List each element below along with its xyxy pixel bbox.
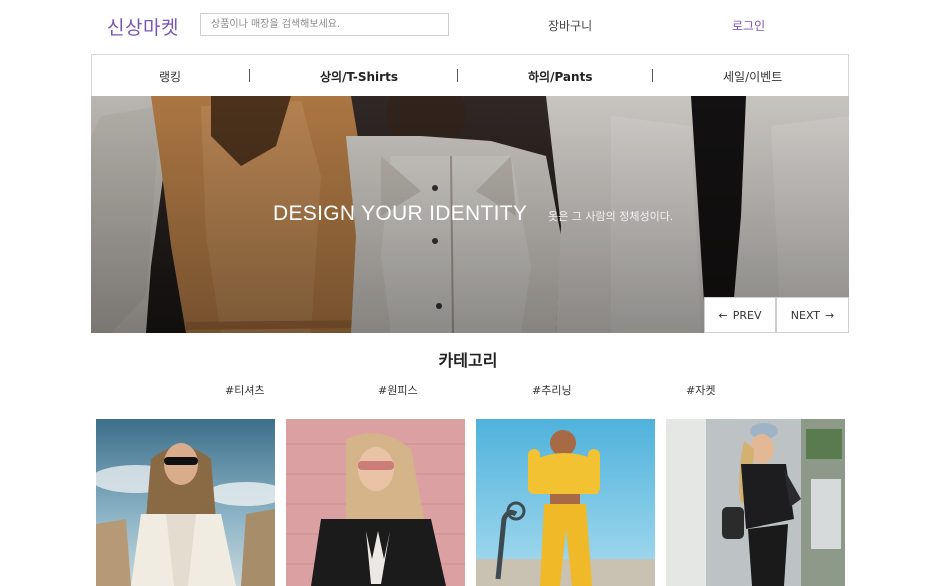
category-title: 카테고리 xyxy=(438,351,498,370)
hero-title: DESIGN YOUR IDENTITY xyxy=(273,202,528,225)
header: 신상마켓 장바구니 로그인 xyxy=(0,0,936,54)
nav-divider xyxy=(457,69,458,82)
search-input[interactable] xyxy=(200,13,449,36)
next-button-label: NEXT xyxy=(790,308,821,322)
prev-button-label: PREV xyxy=(732,308,762,322)
product-card[interactable] xyxy=(96,419,275,586)
product-image xyxy=(286,419,465,586)
product-card[interactable] xyxy=(476,419,655,586)
nav-item-pants[interactable]: 하의/Pants xyxy=(528,68,592,85)
product-image xyxy=(666,419,845,586)
nav-divider xyxy=(652,69,653,82)
product-card[interactable] xyxy=(666,419,845,586)
hero-banner: DESIGN YOUR IDENTITY 옷은 그 사람의 정체성이다. ← P… xyxy=(91,96,849,333)
category-tag-jacket[interactable]: #자켓 xyxy=(686,382,715,398)
category-tag-onepiece[interactable]: #원피스 xyxy=(378,382,418,398)
arrow-left-icon: ← xyxy=(718,308,728,322)
login-link[interactable]: 로그인 xyxy=(732,17,765,34)
next-button[interactable]: NEXT → xyxy=(776,297,849,333)
category-tag-tshirt[interactable]: #티셔츠 xyxy=(225,382,265,398)
nav-item-tops[interactable]: 상의/T-Shirts xyxy=(320,68,398,85)
main-nav: 랭킹 상의/T-Shirts 하의/Pants 세일/이벤트 xyxy=(91,54,849,97)
product-image xyxy=(476,419,655,586)
cart-link[interactable]: 장바구니 xyxy=(548,17,592,34)
nav-divider xyxy=(249,69,250,82)
prev-button[interactable]: ← PREV xyxy=(704,297,776,333)
logo[interactable]: 신상마켓 xyxy=(107,13,179,40)
nav-item-sale[interactable]: 세일/이벤트 xyxy=(723,68,782,85)
nav-item-ranking[interactable]: 랭킹 xyxy=(159,68,181,85)
category-tag-tracksuit[interactable]: #추리닝 xyxy=(532,382,572,398)
product-card[interactable] xyxy=(286,419,465,586)
hero-subtitle: 옷은 그 사람의 정체성이다. xyxy=(548,210,674,223)
arrow-right-icon: → xyxy=(825,308,835,322)
product-image xyxy=(96,419,275,586)
